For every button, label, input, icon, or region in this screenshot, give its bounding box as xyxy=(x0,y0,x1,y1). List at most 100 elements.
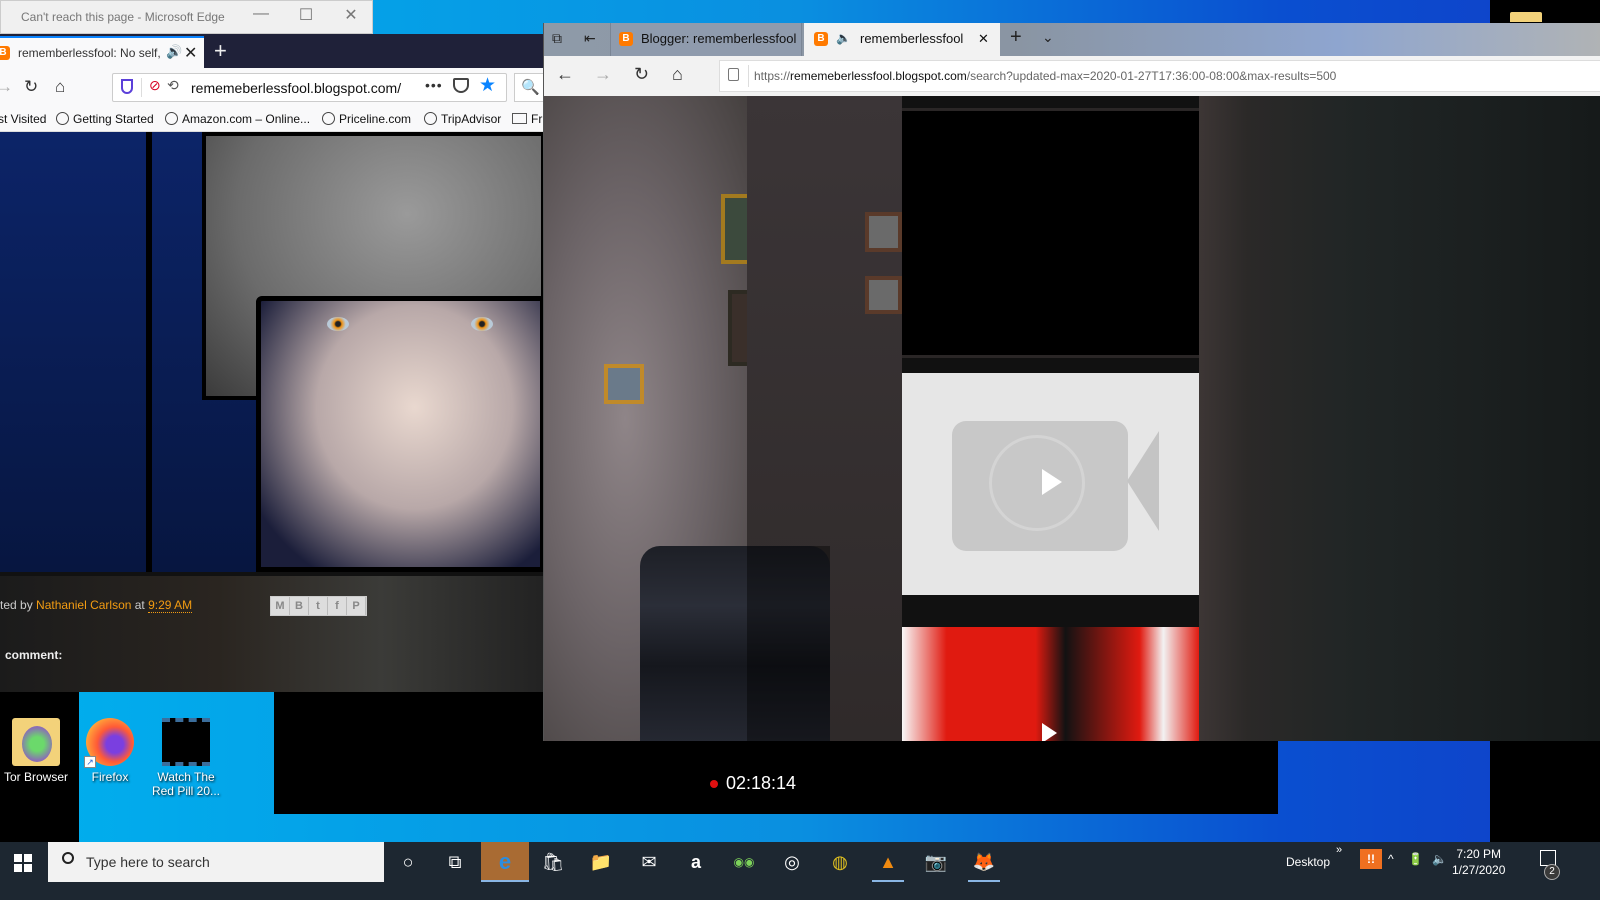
image-face xyxy=(256,296,545,572)
edge-background-window[interactable]: Can't reach this page - Microsoft Edge —… xyxy=(0,0,373,34)
taskbar-tripadvisor-button[interactable]: ◉◉ xyxy=(720,842,768,882)
pinterest-share-icon[interactable]: P xyxy=(347,597,366,615)
bookmark-getting-started[interactable]: Getting Started xyxy=(56,112,154,126)
bookmark-amazon[interactable]: Amazon.com – Online... xyxy=(165,112,310,126)
desktop-icon-label: Tor Browser xyxy=(3,770,68,784)
firefox-tab-active[interactable]: B rememberlessfool: No self, r 🔊 ✕ xyxy=(0,36,204,68)
taskbar-file-explorer-button[interactable]: 📁 xyxy=(577,842,625,882)
bookmarks-toolbar: st Visited Getting Started Amazon.com – … xyxy=(0,108,545,132)
tabs-aside-icon[interactable]: ⧉ xyxy=(552,30,562,47)
taskbar-store-button[interactable]: 🛍 xyxy=(529,842,577,882)
tab-audio-icon[interactable]: 🔈 xyxy=(836,31,851,45)
taskbar-search-box[interactable]: Type here to search xyxy=(48,842,384,882)
back-button[interactable]: ← xyxy=(556,64,574,85)
tracking-protection-shield-icon[interactable] xyxy=(121,79,133,94)
url-text[interactable]: https://rememeberlessfool.blogspot.com/s… xyxy=(754,69,1336,83)
video-embed-placeholder[interactable] xyxy=(902,373,1199,595)
url-bar[interactable]: ⊘ ⟲ rememeberlessfool.blogspot.com/ ••• … xyxy=(112,73,507,102)
refresh-button[interactable]: ↻ xyxy=(634,64,649,85)
search-icon xyxy=(62,852,74,864)
pocket-icon[interactable] xyxy=(453,78,469,93)
desktop-icon-firefox[interactable]: ↗ Firefox xyxy=(74,718,146,784)
taskbar-vlc-button[interactable]: ▲ xyxy=(864,842,912,882)
home-button[interactable]: ⌂ xyxy=(672,64,683,85)
show-hidden-icons-chevron-icon[interactable]: ^ xyxy=(1388,852,1394,892)
taskbar-amazon-button[interactable]: a xyxy=(672,842,720,882)
minimize-icon[interactable]: — xyxy=(251,5,271,23)
play-icon[interactable] xyxy=(1042,723,1057,741)
reload-button[interactable]: ↻ xyxy=(24,77,38,97)
desktop-folder-icon[interactable] xyxy=(1510,12,1542,22)
desktop-icon-label: Watch The Red Pill 20... xyxy=(151,770,221,798)
twitter-share-icon[interactable]: t xyxy=(309,597,328,615)
url-text[interactable]: rememeberlessfool.blogspot.com/ xyxy=(191,80,401,96)
new-tab-button[interactable]: + xyxy=(1010,26,1022,49)
start-button[interactable] xyxy=(14,854,32,872)
url-separator xyxy=(141,78,142,97)
email-share-icon[interactable]: M xyxy=(271,597,290,615)
globe-icon xyxy=(56,112,69,125)
taskbar-edge-button[interactable]: e xyxy=(481,842,529,882)
taskbar-clock[interactable]: 7:20 PM 1/27/2020 xyxy=(1452,846,1505,878)
desktop-icon-label: Firefox xyxy=(91,770,129,784)
bookmark-tripadvisor[interactable]: TripAdvisor xyxy=(424,112,501,126)
comments-link[interactable]: comment: xyxy=(5,648,62,662)
autoplay-blocked-icon[interactable]: ⟲ xyxy=(167,77,179,94)
taskbar-camera-app-button[interactable]: ◎ xyxy=(768,842,816,882)
close-icon[interactable]: ✕ xyxy=(341,5,361,25)
taskbar-camera-button[interactable]: 📷 xyxy=(912,842,960,882)
taskbar-firefox-button[interactable]: 🦊 xyxy=(960,842,1008,882)
maximize-icon[interactable]: ☐ xyxy=(296,5,316,25)
image-eye xyxy=(471,317,493,331)
page-actions-icon[interactable]: ••• xyxy=(425,77,443,93)
edge-tab-rememberlessfool[interactable]: B 🔈 rememberlessfool ✕ xyxy=(804,23,1000,56)
new-tab-button[interactable]: + xyxy=(214,38,227,64)
address-bar[interactable]: https://rememeberlessfool.blogspot.com/s… xyxy=(719,60,1600,92)
post-image[interactable] xyxy=(0,132,545,572)
taskbar-color-app-button[interactable]: ◍ xyxy=(816,842,864,882)
desktop-toolbar-label[interactable]: Desktop xyxy=(1286,855,1330,895)
bookmark-folder[interactable]: Fr xyxy=(512,112,542,126)
tab-close-icon[interactable]: ✕ xyxy=(978,31,989,47)
clock-time: 7:20 PM xyxy=(1456,847,1502,861)
forward-button[interactable]: → xyxy=(0,77,13,97)
desktop-icon-video[interactable]: Watch The Red Pill 20... xyxy=(150,718,222,798)
taskbar-mail-button[interactable]: ✉ xyxy=(625,842,673,882)
picture-frame xyxy=(604,364,644,404)
desktop: Tor Browser ↗ Firefox Watch The Red Pill… xyxy=(0,0,1600,900)
volume-icon[interactable]: 🔈 xyxy=(1432,852,1447,892)
windows-logo-icon xyxy=(24,864,32,872)
task-view-button[interactable]: ⧉ xyxy=(431,842,479,882)
search-placeholder: Type here to search xyxy=(86,854,210,870)
home-button[interactable]: ⌂ xyxy=(55,77,65,97)
tab-audio-icon[interactable]: 🔊 xyxy=(166,44,182,60)
permission-blocked-icon[interactable]: ⊘ xyxy=(149,77,161,94)
desktop-icon-tor-browser[interactable]: Tor Browser xyxy=(0,718,72,784)
edge-tab-blogger[interactable]: B Blogger: rememberlessfool xyxy=(610,23,802,56)
tab-close-icon[interactable]: ✕ xyxy=(184,43,197,63)
blogger-share-icon[interactable]: B xyxy=(290,597,309,615)
post-author-link[interactable]: Nathaniel Carlson xyxy=(36,598,131,612)
play-icon[interactable] xyxy=(1042,469,1062,495)
facebook-share-icon[interactable]: f xyxy=(328,597,347,615)
forward-button[interactable]: → xyxy=(594,64,612,85)
chair-shadow xyxy=(747,546,830,741)
firefox-window: B rememberlessfool: No self, r 🔊 ✕ + → ↻… xyxy=(0,34,545,692)
cortana-button[interactable]: ○ xyxy=(384,842,432,882)
bookmark-priceline[interactable]: Priceline.com xyxy=(322,112,411,126)
bookmark-most-visited[interactable]: st Visited xyxy=(0,112,46,126)
set-tabs-aside-icon[interactable]: ⇤ xyxy=(584,30,596,47)
tab-list-chevron-icon[interactable]: ⌄ xyxy=(1042,29,1054,46)
video-embed-black[interactable] xyxy=(902,108,1199,358)
battery-icon[interactable]: 🔋 xyxy=(1408,852,1423,892)
toolbar-overflow-icon[interactable]: » xyxy=(1336,844,1342,884)
lock-icon[interactable] xyxy=(728,68,739,81)
bookmark-star-icon[interactable]: ★ xyxy=(479,74,496,97)
folder-icon xyxy=(512,113,527,124)
firefox-icon: ↗ xyxy=(84,718,134,768)
search-box[interactable]: 🔍 xyxy=(514,73,545,102)
windows-logo-icon xyxy=(14,864,22,872)
video-embed-thumbnail[interactable] xyxy=(902,627,1199,741)
alert-app-icon[interactable]: !! xyxy=(1360,849,1382,869)
post-time-link[interactable]: 9:29 AM xyxy=(148,598,193,613)
